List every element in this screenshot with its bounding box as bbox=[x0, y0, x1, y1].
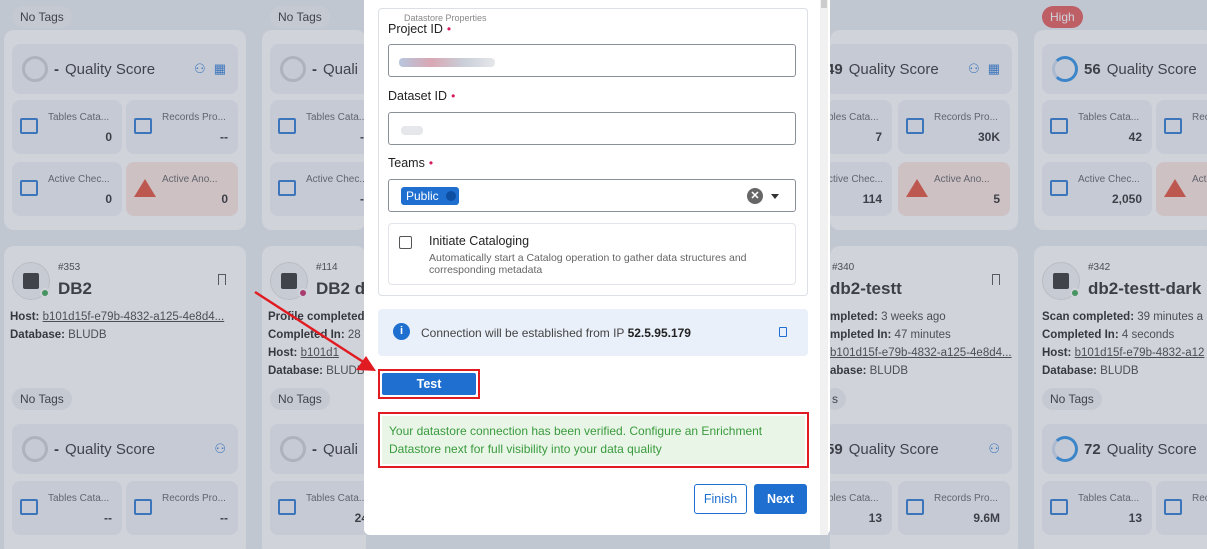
annotation-arrow bbox=[254, 290, 376, 371]
arrow-shaft bbox=[254, 290, 369, 367]
